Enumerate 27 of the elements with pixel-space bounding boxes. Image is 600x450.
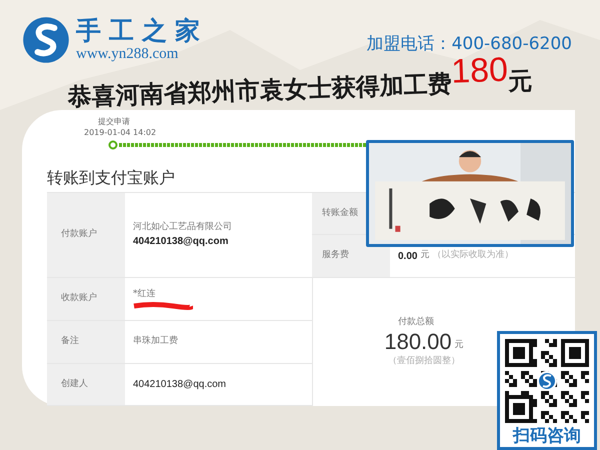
- total-in-words: （壹佰捌拾圆整）: [388, 355, 460, 368]
- table-cell-text: *红连: [133, 288, 156, 302]
- website-url: www.yn288.com: [76, 45, 180, 63]
- banner-text: 恭喜河南省郑州市袁女士获得加工费: [67, 68, 452, 112]
- table-cell: 备注: [47, 321, 125, 364]
- step-label: 提交申请: [97, 116, 130, 127]
- table-cell: 服务费: [312, 235, 390, 278]
- table-cell-text: 串珠加工费: [133, 335, 179, 348]
- logo-icon: [22, 16, 70, 64]
- fee-amount: 0.00: [398, 250, 418, 264]
- qr-caption: 扫码咨询: [513, 425, 581, 447]
- step-date: 2019-01-04 14:02: [84, 127, 156, 138]
- section-title: 转账到支付宝账户: [47, 168, 176, 188]
- table-cell: 创建人: [47, 364, 125, 406]
- total-label: 付款总额: [398, 316, 434, 328]
- payer-company: 河北如心工艺品有限公司: [133, 220, 233, 234]
- qr-code-icon: [505, 339, 589, 423]
- fee-note: （以实际收取为准）: [432, 249, 514, 262]
- payer-account: 404210138@qq.com: [133, 235, 230, 250]
- fee-unit: 元: [420, 249, 430, 262]
- banner-unit: 元: [508, 66, 533, 97]
- table-cell: 收款账户: [47, 278, 125, 321]
- total-amount: 180.00: [384, 329, 452, 355]
- brand-name: 手工之家: [76, 17, 208, 45]
- table-cell: 付款账户: [47, 193, 125, 278]
- table-cell-text: 404210138@qq.com: [133, 378, 227, 392]
- total-unit: 元: [454, 338, 464, 352]
